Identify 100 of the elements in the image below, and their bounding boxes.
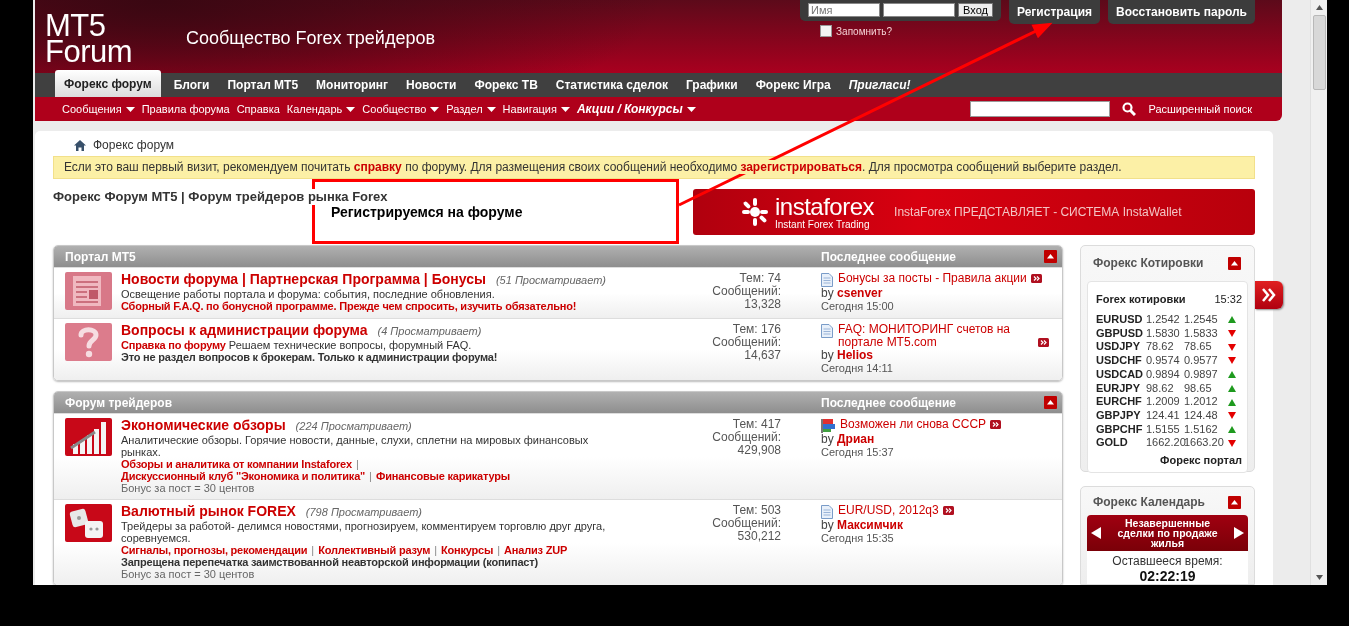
- link-separator: |: [311, 544, 315, 556]
- author-link[interactable]: Максимчик: [837, 518, 903, 532]
- sub-nav-link[interactable]: Сообщество: [362, 103, 427, 115]
- ask-price: 124.48: [1184, 408, 1219, 423]
- login-button[interactable]: Вход: [958, 3, 993, 17]
- post-count-label: Сообщений:: [712, 517, 781, 530]
- collapse-icon[interactable]: [1044, 396, 1057, 409]
- last-post-link[interactable]: FAQ: МОНИТОРИНГ счетов на портале MT5.com: [838, 323, 1034, 349]
- last-post-link[interactable]: Бонусы за посты - Правила акции: [838, 272, 1027, 285]
- nav-tab[interactable]: Графики: [677, 73, 747, 97]
- author-link[interactable]: Дриан: [837, 432, 875, 446]
- vertical-scrollbar[interactable]: [1310, 0, 1327, 585]
- ask-price: 78.65: [1184, 340, 1213, 355]
- bonus-info: Бонус за пост = 30 центов: [121, 568, 256, 580]
- jump-to-post-icon[interactable]: [990, 420, 1002, 429]
- jump-to-post-icon[interactable]: [1038, 338, 1049, 347]
- collapse-icon[interactable]: [1228, 495, 1241, 509]
- ask-price: 0.9897: [1184, 367, 1219, 382]
- search-field[interactable]: [970, 101, 1111, 117]
- restore-password-button[interactable]: Восстановить пароль: [1108, 0, 1255, 24]
- sub-nav-link[interactable]: Правила форума: [141, 103, 230, 115]
- scrollbar-thumb[interactable]: [1312, 15, 1326, 90]
- post-time: Сегодня 14:11: [821, 362, 894, 375]
- ask-price: 98.65: [1184, 381, 1213, 396]
- sub-nav-link[interactable]: Сообщения: [62, 103, 122, 115]
- username-field[interactable]: Имя: [808, 3, 881, 17]
- forum-title-link[interactable]: Валютный рынок FOREX: [121, 504, 296, 519]
- sub-nav-link[interactable]: Календарь: [286, 103, 343, 115]
- bid-price: 0.9894: [1146, 367, 1181, 382]
- forum-description: Справка по форуму Решаем технические вопросы, форумный FAQ.: [121, 339, 473, 351]
- register-button[interactable]: Регистрация: [1008, 0, 1101, 24]
- forum-description: Трейдеры за работой- делимся новостями, прогнозируем, комментируем торговлю друг друга, соревнуемся.: [121, 520, 607, 544]
- topic-count: Тем: 74: [739, 272, 781, 285]
- bonus-info: Бонус за пост = 30 центов: [121, 482, 256, 494]
- expand-tab-button[interactable]: [1255, 281, 1283, 309]
- author-link[interactable]: Helios: [837, 348, 874, 362]
- subforum-link[interactable]: Финансовые карикатуры: [375, 470, 510, 482]
- last-post-link[interactable]: EUR/USD, 2012q3: [838, 504, 939, 517]
- forum-title-link[interactable]: Вопросы к администрации форума: [121, 323, 368, 338]
- password-field[interactable]: [883, 3, 956, 17]
- subforum-link[interactable]: Сборный F.A.Q. по бонусной программе. Прежде чем спросить, изучить обязательно!: [121, 300, 612, 312]
- currency-pair: GBPCHF: [1096, 422, 1144, 437]
- forum-description: Освещение работы портала и форума: события, последние обновления.: [121, 288, 496, 300]
- forum-title-link[interactable]: Экономические обзоры: [121, 418, 286, 433]
- ask-price: 1.2545: [1184, 313, 1219, 327]
- subforum-link[interactable]: Анализ ZUP: [504, 544, 568, 556]
- column-header: Последнее сообщение: [821, 395, 956, 410]
- currency-pair: EURCHF: [1096, 395, 1143, 409]
- collapse-icon[interactable]: [1044, 250, 1057, 263]
- bid-price: 124.41: [1146, 408, 1181, 423]
- forum-title-link[interactable]: Новости форума | Партнерская Программа | Бонусы: [121, 272, 486, 287]
- previous-arrow-icon[interactable]: [1091, 527, 1101, 539]
- nav-tab[interactable]: Пригласи!: [839, 73, 920, 97]
- search-icon[interactable]: [1122, 102, 1137, 116]
- author-link[interactable]: csenver: [837, 286, 883, 300]
- nav-tab[interactable]: Форекс Игра: [746, 73, 840, 97]
- nav-tab[interactable]: Статистика сделок: [546, 73, 677, 97]
- nav-tab[interactable]: Блоги: [164, 73, 219, 97]
- remember-checkbox[interactable]: [820, 25, 833, 37]
- sub-nav-link[interactable]: Раздел: [446, 103, 483, 115]
- breadcrumb-link[interactable]: Форекс форум: [93, 138, 175, 152]
- next-arrow-icon[interactable]: [1234, 527, 1244, 539]
- collapse-icon[interactable]: [1228, 256, 1241, 270]
- sub-nav-link[interactable]: Справка: [236, 103, 280, 115]
- bid-price: 1.2009: [1146, 395, 1181, 409]
- bid-price: 1.5155: [1146, 422, 1181, 437]
- subforum-link[interactable]: Сигналы, прогнозы, рекомендации: [121, 544, 308, 556]
- jump-to-post-icon[interactable]: [942, 506, 954, 515]
- post-time: Сегодня 15:35: [821, 532, 895, 545]
- remaining-time-label: Оставшееся время:: [1111, 554, 1224, 568]
- topic-count: Тем: 417: [732, 418, 781, 431]
- forum-description: Аналитические обзоры. Горячие новости, данные, слухи, сплетни на мировых финансовых рынках.: [121, 434, 590, 458]
- forex-portal-link[interactable]: Форекс портал: [1096, 454, 1242, 467]
- nav-tab[interactable]: Портал MT5: [218, 73, 308, 97]
- countdown-timer: 02:22:19: [1138, 569, 1197, 584]
- subforum-link[interactable]: Справка по форуму: [121, 339, 226, 351]
- nav-tab[interactable]: Новости: [397, 73, 466, 97]
- ad-banner[interactable]: instaforex Instant Forex Trading InstaForex ПРЕДСТАВЛЯЕТ - СИСТЕМА InstaWallet: [693, 189, 1255, 235]
- subforum-link[interactable]: Дискуссионный клуб "Экономика и политика": [121, 470, 366, 482]
- logo-icon: [741, 197, 769, 227]
- jump-to-post-icon[interactable]: [1030, 274, 1042, 283]
- link-separator: |: [497, 544, 501, 556]
- site-tagline: Сообщество Forex трейдеров: [186, 28, 435, 50]
- ask-price: 1.5162: [1184, 422, 1219, 437]
- bid-price: 1.2542: [1146, 313, 1181, 327]
- nav-tab[interactable]: Форекс ТВ: [465, 73, 547, 97]
- link-separator: |: [434, 544, 438, 556]
- nav-tab[interactable]: Форекс форум: [55, 70, 161, 97]
- home-icon[interactable]: [74, 139, 86, 151]
- sub-nav-link[interactable]: Навигация: [502, 103, 557, 115]
- last-post-link[interactable]: Возможен ли снова СССР: [840, 418, 987, 431]
- subforum-link[interactable]: Обзоры и аналитика от компании Instaforex: [121, 458, 352, 470]
- sub-nav-link[interactable]: Акции / Конкурсы: [576, 102, 683, 116]
- nav-tab[interactable]: Мониторинг: [307, 73, 398, 97]
- advanced-search-link[interactable]: Расширенный поиск: [1148, 103, 1252, 115]
- notice-link[interactable]: зарегистрироваться: [740, 160, 862, 174]
- remember-label[interactable]: Запомнить?: [836, 25, 892, 37]
- subforum-link[interactable]: Конкурсы: [441, 544, 494, 556]
- post-count: 429,908: [737, 444, 781, 457]
- subforum-link[interactable]: Коллективный разум: [318, 544, 431, 556]
